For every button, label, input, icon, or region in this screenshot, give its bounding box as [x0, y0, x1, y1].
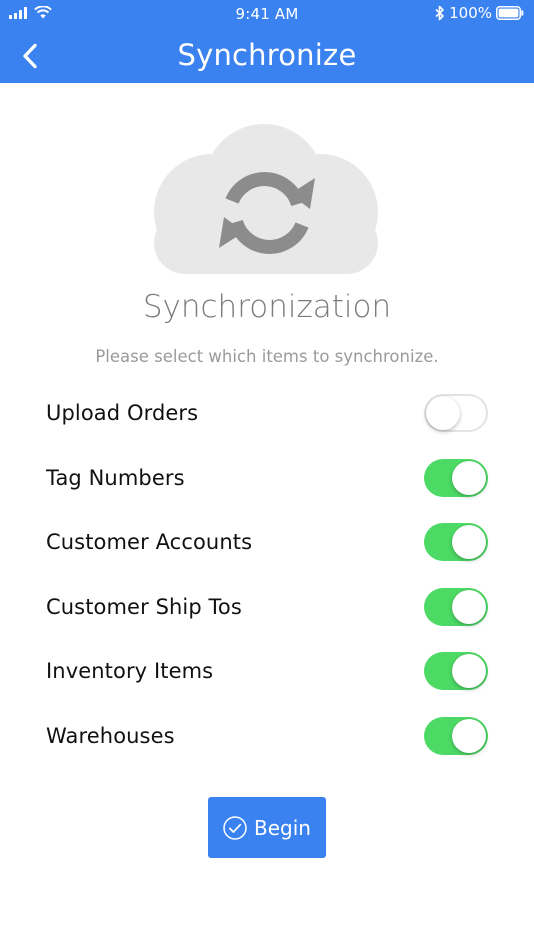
- toggle-knob: [452, 589, 486, 624]
- begin-button-label: Begin: [254, 815, 311, 840]
- hero-title: Synchronization: [142, 289, 392, 325]
- option-label: Customer Ship Tos: [46, 594, 242, 619]
- battery-icon: [496, 6, 524, 20]
- option-label: Customer Accounts: [46, 530, 253, 555]
- option-upload-orders: Upload Orders: [46, 381, 488, 446]
- toggle-knob: [452, 718, 486, 753]
- toggle-knob: [452, 525, 486, 560]
- toggle-knob: [452, 654, 486, 689]
- toggle-upload-orders[interactable]: [424, 394, 488, 433]
- toggle-knob: [452, 460, 486, 495]
- option-label: Tag Numbers: [46, 465, 185, 490]
- toggle-warehouses[interactable]: [424, 716, 488, 755]
- page-title: Synchronize: [177, 38, 357, 72]
- toggle-customer-ship-tos[interactable]: [424, 587, 488, 626]
- toggle-knob: [426, 396, 460, 431]
- status-right: 100%: [435, 4, 524, 22]
- sync-options-list: Upload Orders Tag Numbers Customer Accou…: [46, 381, 488, 768]
- check-circle-icon: [223, 815, 247, 840]
- toggle-tag-numbers[interactable]: [424, 458, 488, 497]
- begin-button[interactable]: Begin: [208, 797, 326, 858]
- option-customer-ship-tos: Customer Ship Tos: [46, 575, 488, 640]
- cloud-sync-icon: [154, 124, 378, 274]
- status-bar: 9:41 AM 100%: [0, 0, 534, 30]
- bluetooth-icon: [435, 5, 444, 21]
- toggle-inventory-items[interactable]: [424, 652, 488, 691]
- option-customer-accounts: Customer Accounts: [46, 510, 488, 575]
- option-label: Warehouses: [46, 723, 175, 748]
- option-label: Upload Orders: [46, 401, 199, 426]
- toggle-customer-accounts[interactable]: [424, 523, 488, 562]
- hero-subtitle: Please select which items to synchronize…: [95, 347, 439, 366]
- option-warehouses: Warehouses: [46, 704, 488, 769]
- nav-header: 9:41 AM 100% Synchronize: [0, 0, 534, 83]
- option-inventory-items: Inventory Items: [46, 639, 488, 704]
- option-label: Inventory Items: [46, 659, 214, 684]
- option-tag-numbers: Tag Numbers: [46, 446, 488, 511]
- battery-percent: 100%: [449, 4, 492, 22]
